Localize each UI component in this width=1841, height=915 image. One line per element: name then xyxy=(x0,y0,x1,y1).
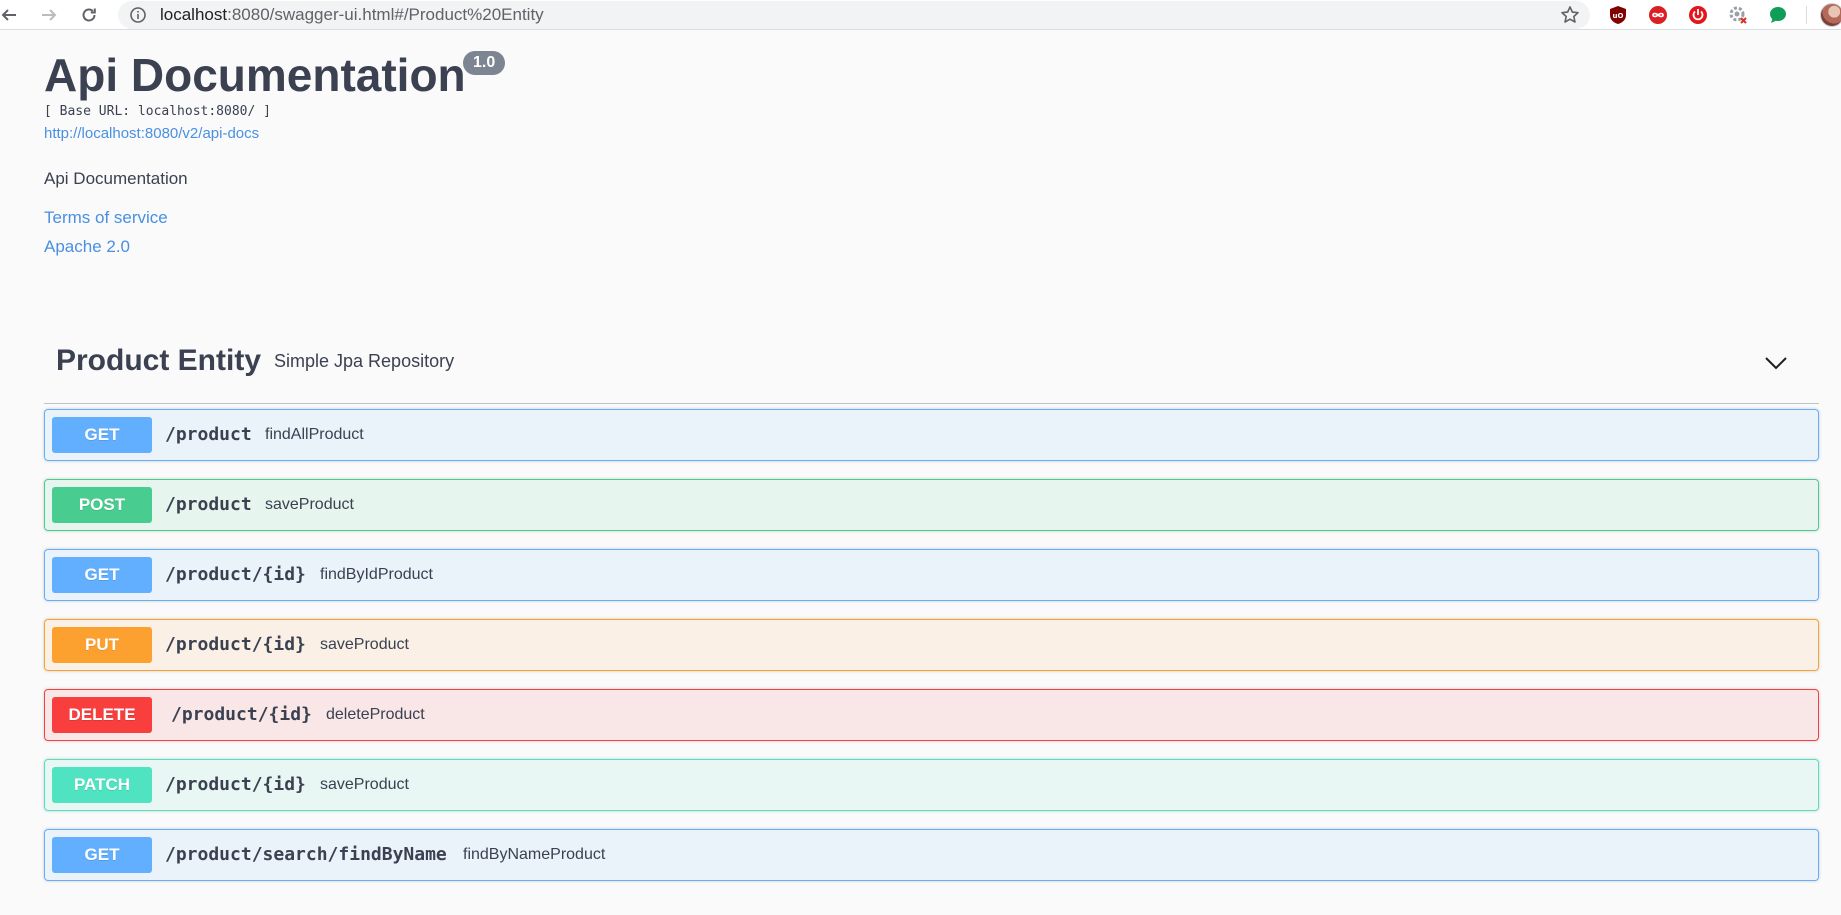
tag-description: Simple Jpa Repository xyxy=(274,351,455,371)
creative-cloud-extension-icon[interactable] xyxy=(1647,4,1669,26)
operation-summary: saveProduct xyxy=(320,636,409,653)
title-row: Api Documentation 1.0 xyxy=(44,48,1824,102)
operation-get-product[interactable]: GET /product findAllProduct xyxy=(44,409,1819,461)
operation-delete-product-by-id[interactable]: DELETE /product/{id} deleteProduct xyxy=(44,689,1819,741)
operation-summary: deleteProduct xyxy=(326,706,425,723)
terms-of-service-link[interactable]: Terms of service xyxy=(44,208,168,228)
operation-path: /product/{id} xyxy=(165,774,306,795)
api-title: Api Documentation xyxy=(44,49,466,101)
method-badge: DELETE xyxy=(52,697,152,733)
tag-name: Product Entity xyxy=(56,344,262,377)
api-description: Api Documentation xyxy=(44,169,188,188)
address-bar[interactable]: localhost:8080/swagger-ui.html#/Product%… xyxy=(118,1,1590,29)
gear-icon xyxy=(1729,6,1747,24)
operation-post-product[interactable]: POST /product saveProduct xyxy=(44,479,1819,531)
operation-summary: findByIdProduct xyxy=(320,566,433,583)
reload-button[interactable] xyxy=(76,2,102,28)
chevron-down-icon[interactable] xyxy=(1763,350,1789,376)
method-badge: PATCH xyxy=(52,767,152,803)
infinity-icon xyxy=(1649,6,1667,24)
svg-text:uO: uO xyxy=(1613,12,1624,20)
operation-put-product-by-id[interactable]: PUT /product/{id} saveProduct xyxy=(44,619,1819,671)
version-badge: 1.0 xyxy=(463,51,506,75)
method-badge: POST xyxy=(52,487,152,523)
operation-summary: findByNameProduct xyxy=(463,846,606,863)
arrow-right-icon xyxy=(42,9,57,21)
browser-toolbar: localhost:8080/swagger-ui.html#/Product%… xyxy=(0,0,1841,30)
method-badge: GET xyxy=(52,557,152,593)
operation-get-product-search-find-by-name[interactable]: GET /product/search/findByName findByNam… xyxy=(44,829,1819,881)
method-badge: GET xyxy=(52,417,152,453)
operation-path: /product/{id} xyxy=(165,564,306,585)
shield-icon: uO xyxy=(1610,6,1626,24)
operation-path: /product xyxy=(165,494,252,515)
reload-icon xyxy=(82,8,96,22)
license-link[interactable]: Apache 2.0 xyxy=(44,237,130,257)
operation-path: /product/{id} xyxy=(165,634,306,655)
operation-path: /product/search/findByName xyxy=(165,844,447,865)
profile-avatar[interactable] xyxy=(1820,3,1841,27)
operation-patch-product-by-id[interactable]: PATCH /product/{id} saveProduct xyxy=(44,759,1819,811)
forward-button[interactable] xyxy=(36,2,62,28)
power-icon xyxy=(1689,6,1707,24)
api-info: Api Documentation 1.0 [ Base URL: localh… xyxy=(44,48,1824,256)
speech-bubble-icon xyxy=(1770,7,1786,23)
method-badge: GET xyxy=(52,837,152,873)
tag-header-product-entity[interactable]: Product Entity Simple Jpa Repository xyxy=(44,332,1819,404)
toolbar-separator xyxy=(1806,6,1807,24)
operation-summary: findAllProduct xyxy=(265,426,364,443)
back-button[interactable] xyxy=(0,2,22,28)
power-extension-icon[interactable] xyxy=(1687,4,1709,26)
operation-summary: saveProduct xyxy=(265,496,354,513)
chat-extension-icon[interactable] xyxy=(1767,4,1789,26)
url-host: localhost xyxy=(160,5,228,24)
operation-get-product-by-id[interactable]: GET /product/{id} findByIdProduct xyxy=(44,549,1819,601)
info-icon[interactable] xyxy=(130,7,146,23)
url-text[interactable]: localhost:8080/swagger-ui.html#/Product%… xyxy=(160,5,544,25)
base-url: [ Base URL: localhost:8080/ ] xyxy=(44,104,271,119)
method-badge: PUT xyxy=(52,627,152,663)
arrow-left-icon xyxy=(1,9,16,21)
web-developer-extension-icon[interactable] xyxy=(1727,4,1749,26)
operation-summary: saveProduct xyxy=(320,776,409,793)
bookmark-star-icon[interactable] xyxy=(1560,5,1580,25)
ublock-extension-icon[interactable]: uO xyxy=(1607,4,1629,26)
operation-path: /product/{id} xyxy=(171,704,312,725)
url-path: :8080/swagger-ui.html#/Product%20Entity xyxy=(227,5,544,24)
operation-path: /product xyxy=(165,424,252,445)
api-docs-link[interactable]: http://localhost:8080/v2/api-docs xyxy=(44,125,259,142)
